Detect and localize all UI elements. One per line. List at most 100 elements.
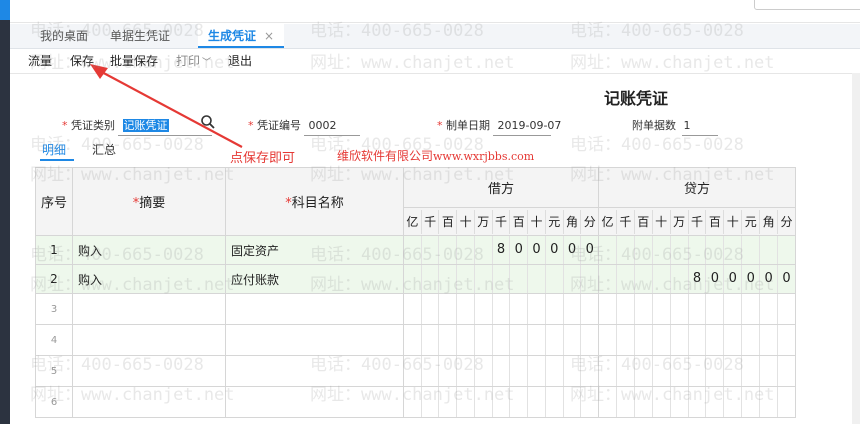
debit-digit-header: 亿千百十万千百十元角分 (403, 207, 599, 236)
row-summary[interactable]: 购入 (72, 264, 226, 294)
table-row[interactable]: 3 (35, 293, 796, 325)
voucher-number-label: 凭证编号 (257, 119, 301, 132)
voucher-type-input[interactable]: 记账凭证 (122, 119, 169, 132)
amount-cell[interactable] (403, 293, 599, 325)
voucher-date-label: 制单日期 (446, 119, 490, 132)
digit-label: 万 (473, 209, 492, 234)
amount-digit (777, 236, 795, 264)
empty-cell[interactable] (72, 386, 226, 418)
amount-digit: 0 (741, 265, 759, 293)
amount-cell[interactable] (403, 264, 599, 294)
digit-label: 千 (615, 209, 634, 234)
attachment-count-label: 附单据数 (632, 119, 676, 132)
amount-digit (633, 236, 652, 264)
table-row[interactable]: 1 购入 固定资产 8 0 0 0 0 0 (35, 235, 796, 265)
digit-label: 百 (509, 209, 527, 234)
amount-digit (509, 265, 527, 293)
print-button[interactable]: 打印 ﹀ (176, 49, 211, 73)
attachment-count-field: 附单据数 1 (632, 117, 718, 136)
empty-cell[interactable] (225, 355, 404, 387)
amount-digit (580, 265, 598, 293)
amount-cell[interactable] (403, 324, 599, 356)
amount-digit (615, 265, 634, 293)
amount-digit (473, 265, 492, 293)
table-row[interactable]: 5 (35, 355, 796, 387)
amount-digit: 8 (491, 236, 510, 264)
amount-cell[interactable]: 800000 (403, 235, 599, 265)
voucher-number-input[interactable]: 0002 (309, 119, 337, 132)
amount-cell[interactable] (598, 324, 796, 356)
annotation-brand: 维欣软件有限公司www.wxrjbbs.com (337, 149, 535, 163)
empty-cell[interactable] (225, 293, 404, 325)
empty-cell[interactable] (72, 355, 226, 387)
amount-cell[interactable]: 800000 (598, 264, 796, 294)
amount-digit (651, 236, 670, 264)
amount-cell[interactable] (403, 386, 599, 418)
row-account[interactable]: 固定资产 (225, 235, 404, 265)
amount-cell[interactable] (598, 355, 796, 387)
digit-label: 元 (741, 209, 759, 234)
amount-digit (651, 265, 670, 293)
row-summary[interactable]: 购入 (72, 235, 226, 265)
table-row[interactable]: 4 (35, 324, 796, 356)
tab-my-desktop[interactable]: 我的桌面 (30, 24, 98, 48)
amount-cell[interactable] (403, 355, 599, 387)
vertical-scrollbar[interactable] (852, 73, 860, 424)
amount-digit: 0 (544, 236, 563, 264)
tab-doc-to-voucher[interactable]: 单据生凭证 (100, 24, 180, 48)
amount-digit: 0 (580, 236, 598, 264)
digit-label: 亿 (601, 214, 614, 229)
save-button[interactable]: 保存 (70, 49, 94, 73)
digit-label: 百 (438, 209, 456, 234)
empty-cell[interactable] (72, 293, 226, 325)
amount-cell[interactable] (598, 293, 796, 325)
amount-digit (420, 265, 439, 293)
digit-label: 亿 (406, 214, 419, 229)
voucher-date-input[interactable]: 2019-09-07 (498, 119, 562, 132)
batch-save-button[interactable]: 批量保存 (110, 49, 158, 73)
amount-digit (456, 236, 474, 264)
empty-cell[interactable] (72, 324, 226, 356)
amount-digit (669, 236, 688, 264)
row-seq: 5 (35, 355, 73, 387)
digit-label: 十 (723, 209, 741, 234)
digit-label: 万 (669, 209, 688, 234)
chevron-down-icon: ﹀ (202, 58, 212, 68)
close-icon[interactable]: × (264, 29, 274, 43)
tab-generate-voucher[interactable]: 生成凭证 × (198, 24, 285, 48)
watermark-text: 电话：400-665-0028 (570, 135, 744, 155)
digit-label: 千 (687, 209, 706, 234)
annotation-hint: 点保存即可 (230, 151, 296, 166)
search-icon[interactable] (200, 114, 216, 130)
amount-digit (599, 265, 616, 293)
amount-digit: 0 (705, 265, 723, 293)
table-row[interactable]: 2 购入 应付账款 8 0 0 0 0 0 (35, 264, 796, 294)
amount-digit (473, 236, 492, 264)
tab-detail[interactable]: 明细 (40, 141, 74, 161)
page-tabs: 我的桌面 单据生凭证 生成凭证 × (10, 24, 860, 49)
amount-digit (723, 236, 741, 264)
row-seq: 2 (35, 264, 73, 294)
row-seq: 1 (35, 235, 73, 265)
exit-button[interactable]: 退出 (228, 49, 252, 73)
amount-digit (438, 265, 456, 293)
empty-cell[interactable] (225, 386, 404, 418)
digit-label: 百 (633, 209, 652, 234)
amount-digit: 8 (687, 265, 706, 293)
amount-cell[interactable] (598, 386, 796, 418)
row-seq: 3 (35, 293, 73, 325)
amount-digit: 0 (777, 265, 795, 293)
empty-cell[interactable] (225, 324, 404, 356)
amount-cell[interactable] (598, 235, 796, 265)
amount-digit (615, 236, 634, 264)
flow-button[interactable]: 流量 (28, 49, 52, 73)
digit-label: 十 (456, 209, 474, 234)
digit-label: 百 (705, 209, 723, 234)
amount-digit (544, 265, 563, 293)
attachment-count-input[interactable]: 1 (684, 119, 691, 132)
table-row[interactable]: 6 (35, 386, 796, 418)
sidebar-active-marker (0, 0, 10, 20)
tab-summary[interactable]: 汇总 (92, 141, 116, 158)
row-account[interactable]: 应付账款 (225, 264, 404, 294)
header-search-box[interactable] (754, 0, 860, 10)
